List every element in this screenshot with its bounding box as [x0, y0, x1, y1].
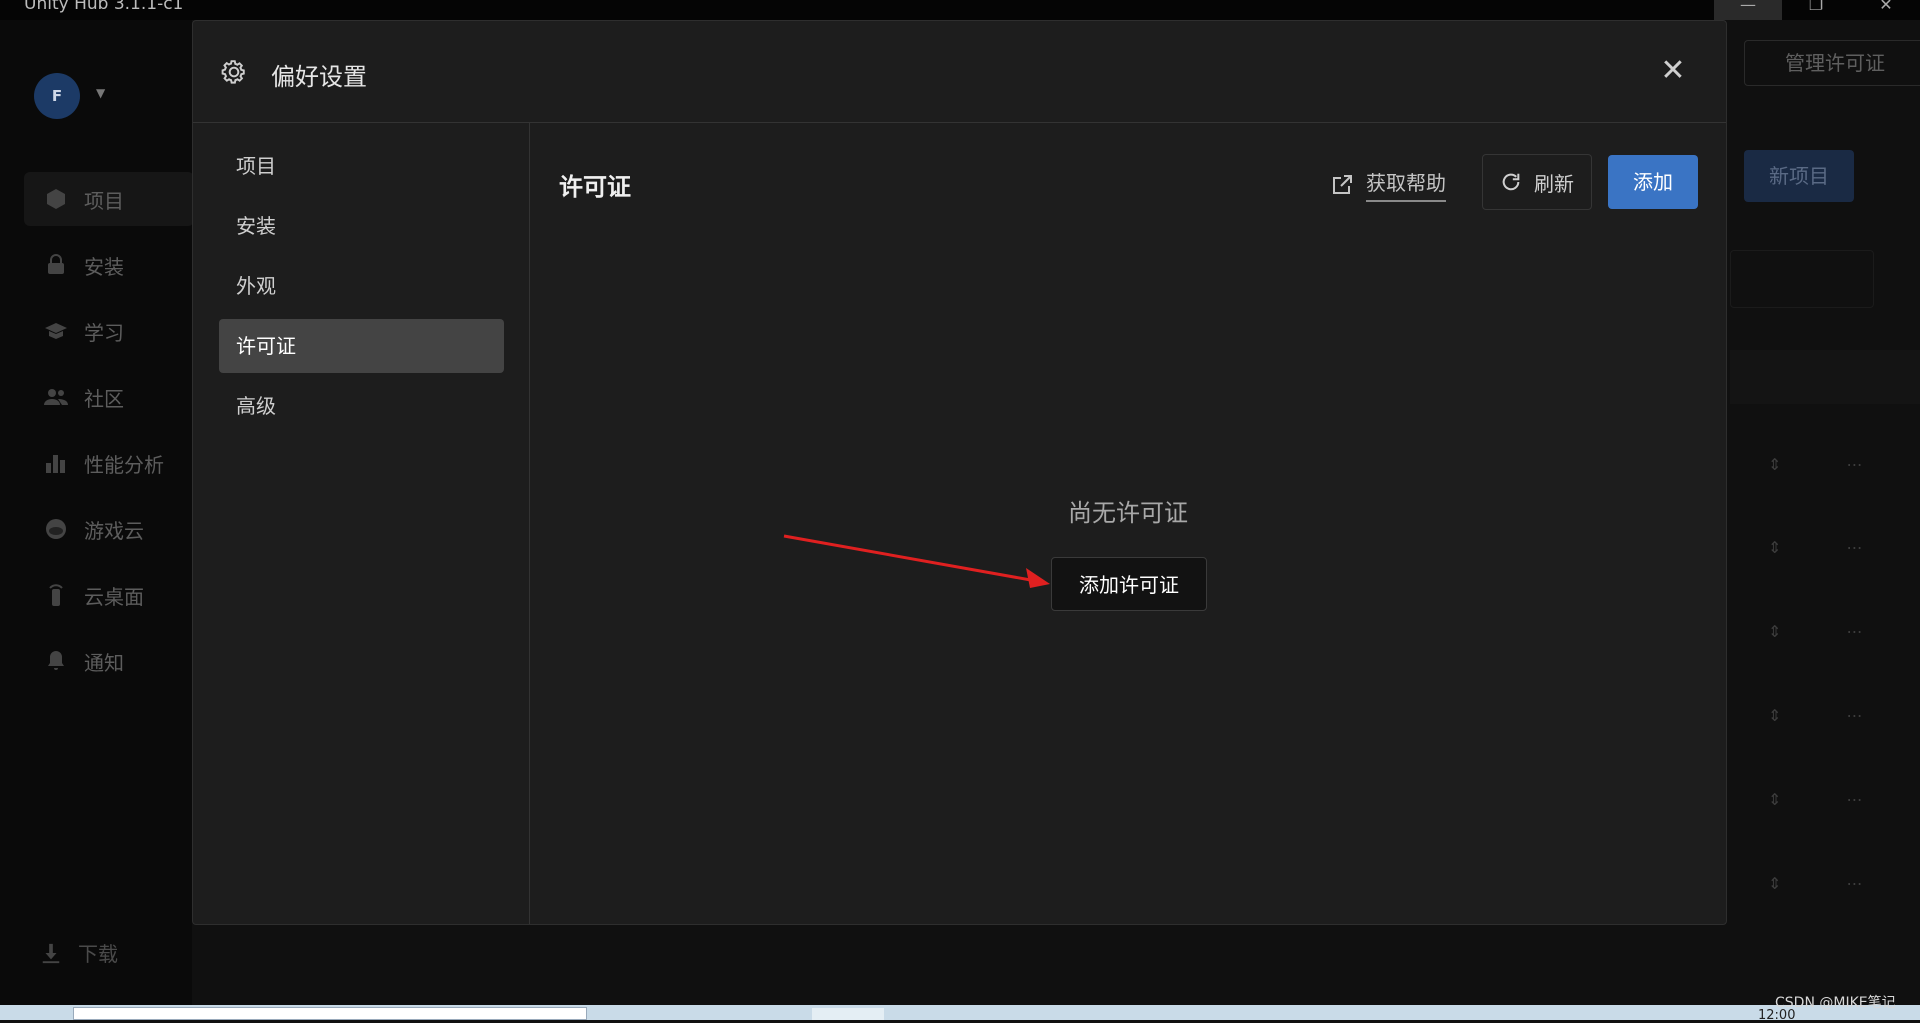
- refresh-button[interactable]: 刷新: [1482, 154, 1592, 210]
- app-title: Unity Hub 3.1.1-c1: [24, 0, 184, 14]
- get-help-label: 获取帮助: [1366, 167, 1446, 202]
- window-titlebar: Unity Hub 3.1.1-c1 — ❐ ✕: [0, 0, 1920, 20]
- bell-icon: [48, 651, 64, 670]
- sidebar-item-label: 云桌面: [84, 584, 144, 609]
- download-icon: [42, 943, 60, 963]
- gear-icon: [221, 60, 245, 84]
- sidebar-item-label: 社区: [84, 386, 124, 411]
- empty-state-text: 尚无许可证: [1068, 499, 1188, 527]
- bar-chart-icon: [46, 455, 65, 473]
- refresh-icon: [1502, 173, 1520, 191]
- sidebar-item-notifications[interactable]: 通知: [24, 634, 194, 688]
- sidebar-item-label: 游戏云: [84, 518, 144, 543]
- get-help-link[interactable]: 获取帮助: [1330, 167, 1446, 202]
- restore-icon[interactable]: ❐: [1782, 0, 1850, 20]
- hub-sidebar: F ▼ 项目 安装 学习 社区 性能分析 游戏云 云桌面 通知: [0, 20, 194, 1005]
- sidebar-item-cloud-desktop[interactable]: 云桌面: [24, 568, 194, 622]
- page-title: 许可证: [559, 173, 631, 201]
- sidebar-item-community[interactable]: 社区: [24, 370, 194, 424]
- project-list-header: [1730, 350, 1920, 404]
- graduation-cap-icon: [45, 323, 67, 339]
- lock-icon: [48, 254, 64, 274]
- search-input[interactable]: [1730, 250, 1874, 308]
- chevron-down-icon[interactable]: ▼: [96, 86, 105, 100]
- dialog-header: 偏好设置 ✕: [193, 21, 1726, 123]
- licenses-panel: 许可证 获取帮助 刷新 添加 尚无许可证 添加许可证: [530, 123, 1726, 924]
- close-button[interactable]: ✕: [1653, 51, 1693, 91]
- pref-item-appearance[interactable]: 外观: [219, 259, 504, 313]
- row-actions[interactable]: ⇕ ⋯: [1768, 790, 1893, 809]
- pref-item-licenses[interactable]: 许可证: [219, 319, 504, 373]
- row-actions[interactable]: ⇕ ⋯: [1768, 706, 1893, 725]
- sidebar-item-learn[interactable]: 学习: [24, 304, 194, 358]
- annotation-arrow-icon: [783, 534, 1050, 588]
- row-actions[interactable]: ⇕ ⋯: [1768, 455, 1893, 474]
- pref-item-advanced[interactable]: 高级: [219, 379, 504, 433]
- row-actions[interactable]: ⇕ ⋯: [1768, 538, 1893, 557]
- manage-license-button[interactable]: 管理许可证: [1744, 40, 1920, 86]
- minimize-icon[interactable]: —: [1714, 0, 1782, 20]
- preferences-dialog: 偏好设置 ✕ 项目 安装 外观 许可证 高级 许可证 获取帮助 刷新 添加 尚无…: [192, 20, 1727, 925]
- taskbar-search[interactable]: [73, 1007, 587, 1020]
- avatar[interactable]: F: [34, 73, 80, 119]
- sidebar-item-label: 学习: [84, 320, 124, 345]
- external-link-icon: [1333, 174, 1352, 194]
- sidebar-item-label: 性能分析: [84, 452, 164, 477]
- row-actions[interactable]: ⇕ ⋯: [1768, 622, 1893, 641]
- pref-item-installs[interactable]: 安装: [219, 199, 504, 253]
- preferences-nav: 项目 安装 外观 许可证 高级: [193, 123, 530, 924]
- taskbar-app[interactable]: [812, 1008, 884, 1020]
- sidebar-item-game-cloud[interactable]: 游戏云: [24, 502, 194, 556]
- pref-item-projects[interactable]: 项目: [219, 139, 504, 193]
- add-button[interactable]: 添加: [1608, 155, 1698, 209]
- sidebar-item-label: 通知: [84, 650, 124, 675]
- remote-icon: [49, 584, 63, 606]
- dialog-title: 偏好设置: [271, 63, 367, 91]
- sidebar-item-label: 项目: [84, 188, 124, 213]
- sidebar-item-projects[interactable]: 项目: [24, 172, 194, 226]
- sidebar-item-label: 安装: [84, 254, 124, 279]
- downloads-button[interactable]: 下载: [40, 938, 118, 967]
- downloads-label: 下载: [78, 942, 118, 966]
- add-license-button[interactable]: 添加许可证: [1051, 557, 1207, 611]
- refresh-label: 刷新: [1534, 171, 1574, 196]
- new-project-button[interactable]: 新项目: [1744, 150, 1854, 202]
- sidebar-item-installs[interactable]: 安装: [24, 238, 194, 292]
- sidebar-item-analytics[interactable]: 性能分析: [24, 436, 194, 490]
- close-icon[interactable]: ✕: [1852, 0, 1920, 20]
- cube-icon: [47, 189, 65, 209]
- cloud-icon: [46, 519, 66, 539]
- watermark: CSDN @MIKE笔记: [1775, 995, 1896, 1011]
- row-actions[interactable]: ⇕ ⋯: [1768, 874, 1893, 893]
- people-icon: [44, 389, 68, 405]
